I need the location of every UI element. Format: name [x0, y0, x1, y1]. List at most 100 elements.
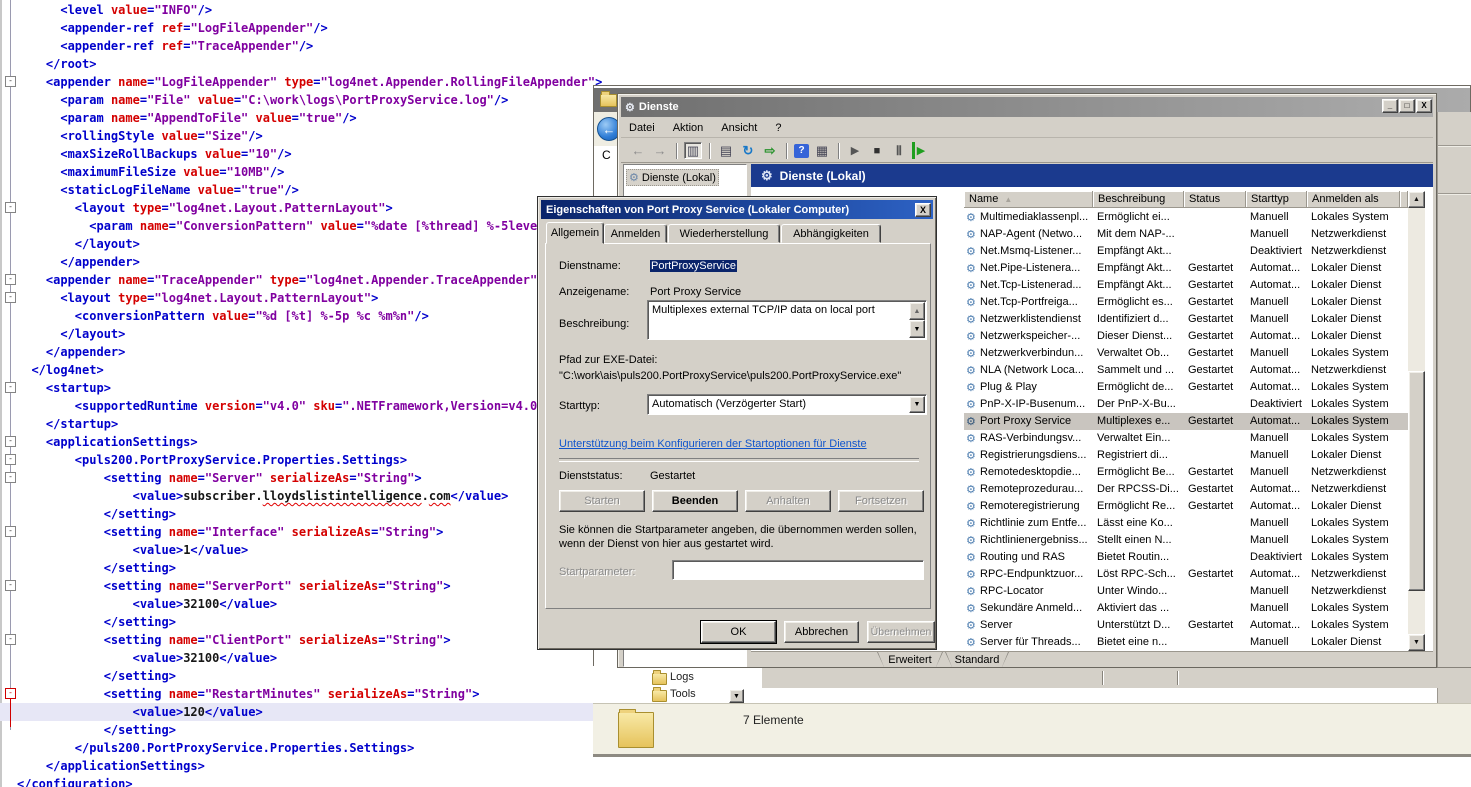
menu-datei[interactable]: Datei — [629, 122, 655, 134]
refresh-icon[interactable]: ↻ — [739, 142, 757, 159]
fortsetzen-button[interactable]: Fortsetzen — [838, 490, 924, 512]
fold-collapse-box[interactable]: - — [5, 634, 16, 645]
starten-button[interactable]: Starten — [559, 490, 645, 512]
service-row[interactable]: ⚙Netzwerkverbindun...Verwaltet Ob...Gest… — [964, 345, 1408, 362]
dropdown-button[interactable]: ▼ — [729, 689, 744, 703]
column-header-beschreibung[interactable]: Beschreibung — [1093, 191, 1184, 208]
menu-ansicht[interactable]: Ansicht — [721, 122, 757, 134]
service-row[interactable]: ⚙Net.Tcp-Portfreiga...Ermöglicht es...Ge… — [964, 294, 1408, 311]
cell-starttyp: Manuell — [1250, 534, 1305, 546]
extended-view-icon[interactable]: ▦ — [813, 142, 831, 159]
console-tree-icon[interactable]: ▥ — [684, 142, 702, 159]
service-row[interactable]: ⚙Netzwerkspeicher-...Dieser Dienst...Ges… — [964, 328, 1408, 345]
close-button[interactable]: X — [1416, 99, 1432, 113]
tab-erweitert[interactable]: Erweitert — [877, 652, 943, 667]
service-row[interactable]: ⚙ServerUnterstützt D...GestartetAutomat.… — [964, 617, 1408, 634]
startparameter-input[interactable] — [672, 560, 924, 580]
anhalten-button[interactable]: Anhalten — [745, 490, 831, 512]
service-row[interactable]: ⚙Richtlinie zum Entfe...Lässt eine Ko...… — [964, 515, 1408, 532]
scroll-down-button[interactable]: ▼ — [1408, 634, 1425, 651]
forward-icon[interactable]: → — [651, 142, 669, 159]
maximize-button[interactable]: □ — [1399, 99, 1415, 113]
restart-service-icon[interactable]: ▶ — [912, 142, 927, 159]
help-icon[interactable]: ? — [794, 144, 809, 158]
stop-service-icon[interactable]: ■ — [868, 142, 886, 159]
service-row[interactable]: ⚙Server für Threads...Bietet eine n...Ma… — [964, 634, 1408, 651]
cell-anmelden: Lokaler Dienst — [1311, 262, 1399, 274]
service-row[interactable]: ⚙Registrierungsdiens...Registriert di...… — [964, 447, 1408, 464]
fold-collapse-box-active[interactable]: - — [5, 688, 16, 699]
fold-collapse-box[interactable]: - — [5, 526, 16, 537]
fold-collapse-box[interactable]: - — [5, 580, 16, 591]
ok-button[interactable]: OK — [701, 621, 776, 643]
service-row[interactable]: ⚙Plug & PlayErmöglicht de...GestartetAut… — [964, 379, 1408, 396]
beschreibung-textbox[interactable]: Multiplexes external TCP/IP data on loca… — [647, 300, 927, 340]
fold-collapse-box[interactable]: - — [5, 472, 16, 483]
dialog-close-button[interactable]: X — [915, 203, 931, 217]
tree-item-dienste-lokal[interactable]: ⚙ Dienste (Lokal) — [626, 169, 719, 186]
column-header-status[interactable]: Status — [1184, 191, 1246, 208]
service-row[interactable]: ⚙NLA (Network Loca...Sammelt und ...Gest… — [964, 362, 1408, 379]
beenden-button[interactable]: Beenden — [652, 490, 738, 512]
combo-dropdown-button[interactable]: ▼ — [909, 396, 925, 413]
scroll-down-button[interactable]: ▼ — [909, 320, 925, 338]
dialog-title-bar[interactable]: Eigenschaften von Port Proxy Service (Lo… — [541, 200, 933, 219]
tab-abhaengigkeiten[interactable]: Abhängigkeiten — [781, 224, 881, 243]
fold-collapse-box[interactable]: - — [5, 76, 16, 87]
textbox-scrollbar[interactable]: ▲ ▼ — [909, 302, 925, 338]
fold-collapse-box[interactable]: - — [5, 382, 16, 393]
service-row[interactable]: ⚙Remotedesktopdie...Ermöglicht Be...Gest… — [964, 464, 1408, 481]
service-row[interactable]: ⚙Net.Pipe-Listenera...Empfängt Akt...Ges… — [964, 260, 1408, 277]
service-row[interactable]: ⚙Multimediaklassenpl...Ermöglicht ei...M… — [964, 209, 1408, 226]
back-icon[interactable]: ← — [629, 142, 647, 159]
export-list-icon[interactable]: ⇨ — [761, 142, 779, 159]
startoptions-help-link[interactable]: Unterstützung beim Konfigurieren der Sta… — [559, 438, 867, 450]
cell-status: Gestartet — [1188, 262, 1244, 274]
service-row[interactable]: ⚙Routing und RASBietet Routin...Deaktivi… — [964, 549, 1408, 566]
service-row[interactable]: ⚙PnP-X-IP-Busenum...Der PnP-X-Bu...Deakt… — [964, 396, 1408, 413]
column-header-starttyp[interactable]: Starttyp — [1246, 191, 1307, 208]
tab-allgemein[interactable]: Allgemein — [546, 222, 604, 244]
scrollbar-thumb[interactable] — [1408, 371, 1425, 591]
properties-icon[interactable]: ▤ — [717, 142, 735, 159]
starttyp-combobox[interactable]: Automatisch (Verzögerter Start) ▼ — [647, 394, 927, 415]
pause-service-icon[interactable]: Ⅱ — [890, 142, 908, 159]
service-row[interactable]: ⚙Net.Tcp-Listenerad...Empfängt Akt...Ges… — [964, 277, 1408, 294]
fold-collapse-box[interactable]: - — [5, 454, 16, 465]
tab-anmelden[interactable]: Anmelden — [604, 224, 667, 243]
service-row[interactable]: ⚙NetzwerklistendienstIdentifiziert d...G… — [964, 311, 1408, 328]
service-row[interactable]: ⚙Sekundäre Anmeld...Aktiviert das ...Man… — [964, 600, 1408, 617]
tab-wiederherstellung[interactable]: Wiederherstellung — [668, 224, 780, 243]
dienstname-value[interactable]: PortProxyService — [650, 260, 737, 272]
start-service-icon[interactable]: ▶ — [846, 142, 864, 159]
scroll-up-icon: ▲ — [1413, 196, 1420, 203]
scroll-up-button[interactable]: ▲ — [909, 302, 925, 320]
service-row[interactable]: ⚙RemoteregistrierungErmöglicht Re...Gest… — [964, 498, 1408, 515]
service-row[interactable]: ⚙Richtlinienergebniss...Stellt einen N..… — [964, 532, 1408, 549]
service-row[interactable]: ⚙RPC-Endpunktzuor...Löst RPC-Sch...Gesta… — [964, 566, 1408, 583]
column-header-anmelden-als[interactable]: Anmelden als — [1307, 191, 1400, 208]
scroll-up-button[interactable]: ▲ — [1408, 191, 1425, 208]
tab-standard[interactable]: Standard — [945, 652, 1009, 667]
abbrechen-button[interactable]: Abbrechen — [784, 621, 859, 643]
service-row-selected[interactable]: ⚙Port Proxy ServiceMultiplexes e...Gesta… — [964, 413, 1408, 430]
service-row[interactable]: ⚙Net.Msmq-Listener...Empfängt Akt...Deak… — [964, 243, 1408, 260]
uebernehmen-button[interactable]: Übernehmen — [867, 621, 935, 643]
services-node-icon: ⚙ — [629, 171, 639, 184]
column-header-name[interactable]: Name ▲ — [964, 191, 1093, 208]
service-row[interactable]: ⚙RAS-Verbindungsv...Verwaltet Ein...Manu… — [964, 430, 1408, 447]
fold-collapse-box[interactable]: - — [5, 202, 16, 213]
folder-item-label[interactable]: Tools — [670, 688, 730, 701]
service-row[interactable]: ⚙RPC-LocatorUnter Windo...ManuellNetzwer… — [964, 583, 1408, 600]
vertical-scrollbar[interactable]: ▲ ▼ — [1408, 191, 1425, 651]
fold-collapse-box[interactable]: - — [5, 274, 16, 285]
service-row[interactable]: ⚙NAP-Agent (Netwo...Mit dem NAP-...Manue… — [964, 226, 1408, 243]
fold-collapse-box[interactable]: - — [5, 436, 16, 447]
folder-item-label[interactable]: Logs — [670, 671, 730, 685]
menu-aktion[interactable]: Aktion — [673, 122, 704, 134]
service-row[interactable]: ⚙Remoteprozedurau...Der RPCSS-Di...Gesta… — [964, 481, 1408, 498]
minimize-button[interactable]: _ — [1382, 99, 1398, 113]
services-title-bar[interactable]: ⚙ Dienste — [621, 97, 1433, 117]
menu-hilfe[interactable]: ? — [775, 122, 781, 134]
fold-collapse-box[interactable]: - — [5, 292, 16, 303]
